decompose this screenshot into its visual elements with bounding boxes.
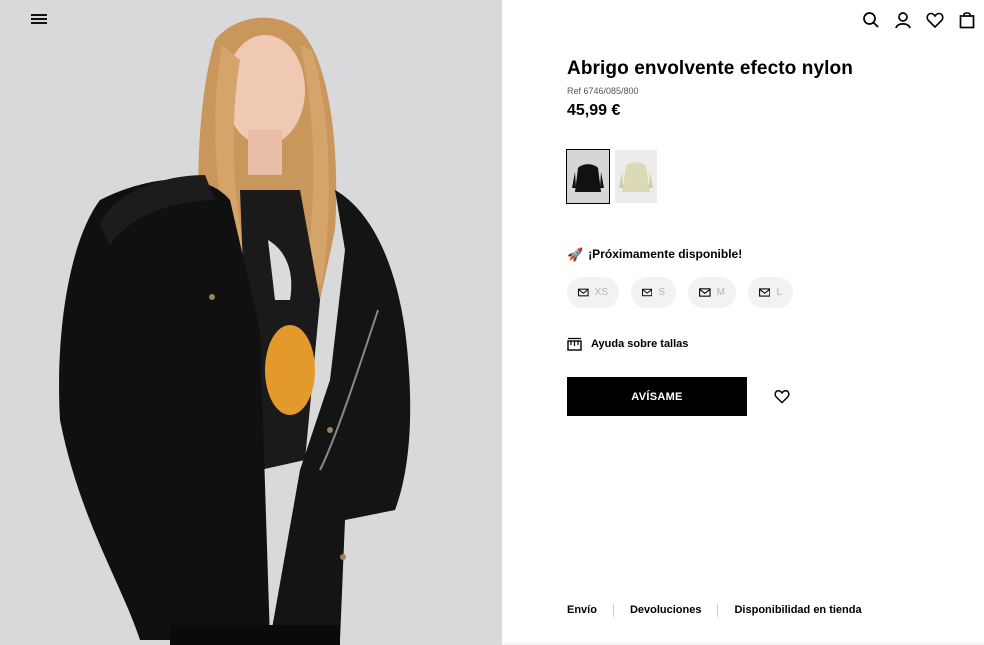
availability-notice: 🚀 ¡Próximamente disponible!: [567, 247, 742, 261]
color-swatch-beige[interactable]: [615, 150, 657, 203]
rocket-icon: 🚀: [567, 246, 584, 262]
size-label: L: [776, 287, 782, 298]
mail-icon: [578, 288, 589, 297]
bag-icon[interactable]: [958, 11, 976, 29]
mail-icon: [759, 288, 771, 297]
color-swatch-black[interactable]: [566, 149, 610, 204]
ruler-icon: [567, 337, 582, 351]
product-price: 45,99 €: [567, 102, 621, 119]
product-ref: Ref 6746/085/800: [567, 86, 639, 96]
size-selector: XS S M L: [567, 277, 793, 308]
divider: [717, 603, 719, 617]
size-option-l[interactable]: L: [748, 277, 793, 308]
heart-icon[interactable]: [926, 11, 944, 29]
wishlist-heart-icon[interactable]: [774, 389, 790, 404]
mail-icon: [642, 288, 653, 297]
size-option-m[interactable]: M: [688, 277, 736, 308]
hamburger-menu-icon[interactable]: [31, 12, 47, 26]
mail-icon: [699, 288, 711, 297]
store-availability-link[interactable]: Disponibilidad en tienda: [734, 604, 861, 616]
size-label: M: [716, 287, 725, 298]
size-option-xs[interactable]: XS: [567, 277, 619, 308]
size-label: S: [658, 287, 665, 298]
size-option-s[interactable]: S: [631, 277, 676, 308]
size-help-link[interactable]: Ayuda sobre tallas: [567, 337, 688, 351]
footer-links: Envío Devoluciones Disponibilidad en tie…: [567, 603, 862, 617]
returns-link[interactable]: Devoluciones: [630, 604, 702, 616]
product-title: Abrigo envolvente efecto nylon: [567, 58, 853, 79]
color-swatches: [566, 149, 657, 204]
notify-me-button[interactable]: AVÍSAME: [567, 377, 747, 416]
availability-text: ¡Próximamente disponible!: [588, 247, 743, 261]
size-label: XS: [594, 287, 608, 298]
shipping-link[interactable]: Envío: [567, 604, 597, 616]
model-photo-illustration: [59, 17, 411, 645]
header-icons: [862, 11, 976, 29]
product-image: [0, 0, 502, 645]
size-help-label: Ayuda sobre tallas: [591, 338, 689, 350]
divider: [612, 603, 614, 617]
user-icon[interactable]: [894, 11, 912, 29]
search-icon[interactable]: [862, 11, 880, 29]
